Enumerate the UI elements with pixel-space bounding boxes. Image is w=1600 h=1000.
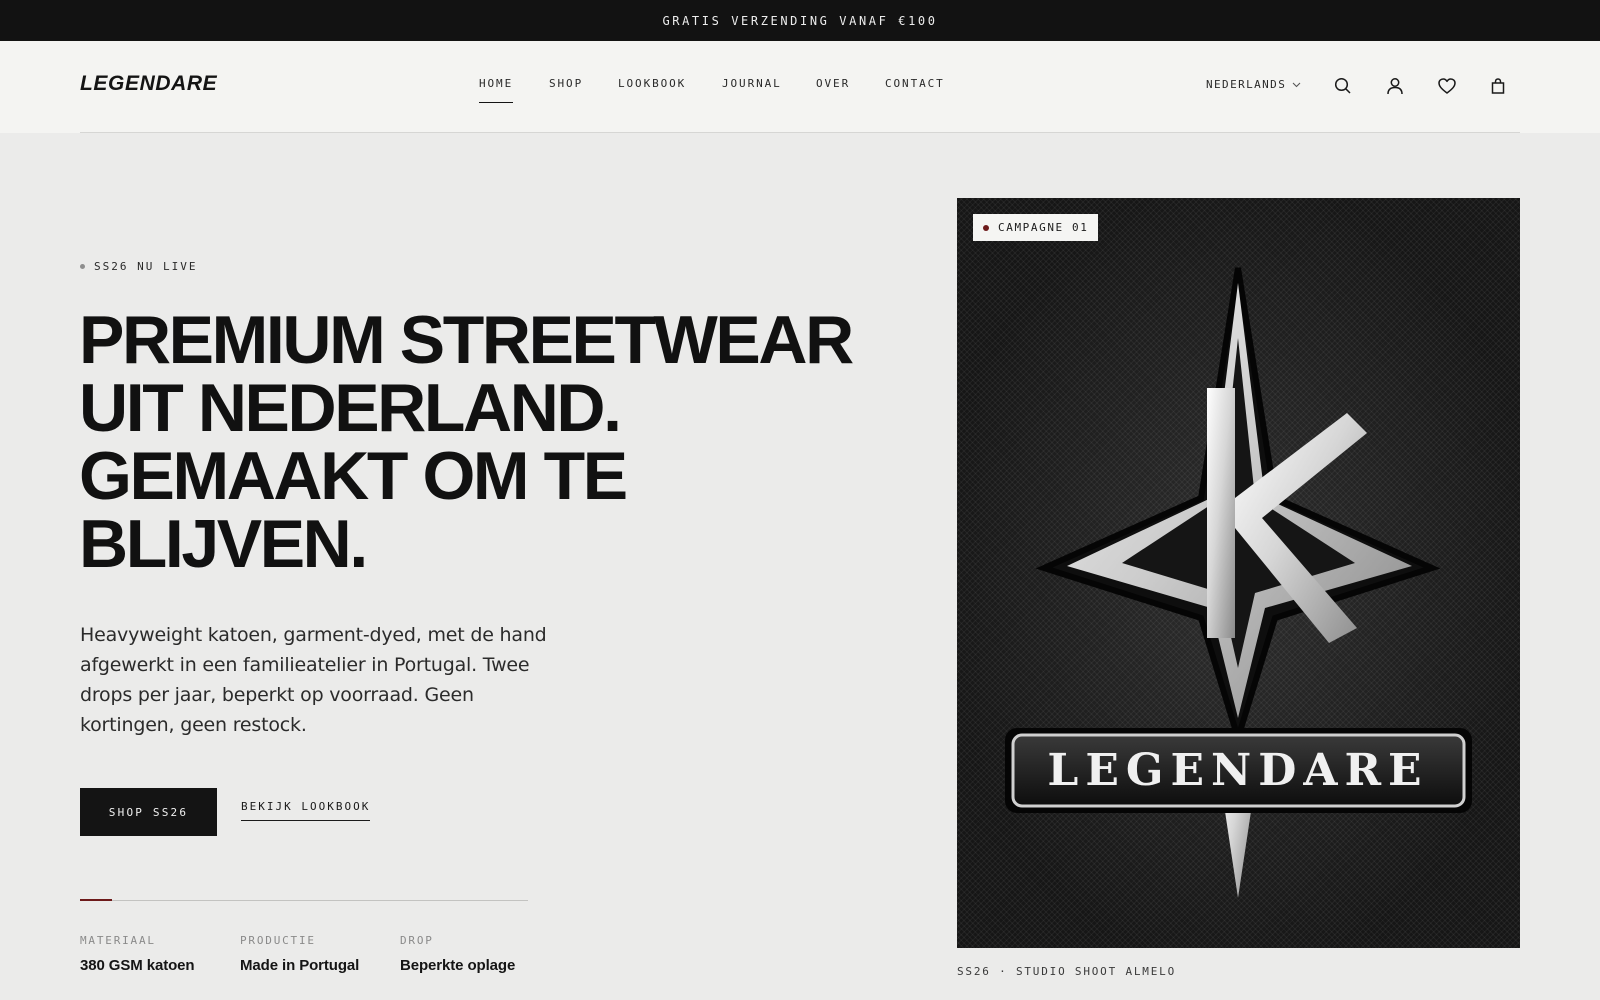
legendare-emblem-image: LEGENDARE <box>1005 267 1472 898</box>
announcement-text: GRATIS VERZENDING VANAF €100 <box>662 13 938 28</box>
stat-label: PRODUCTIE <box>240 934 316 947</box>
stats-divider <box>80 900 528 901</box>
brand-logo[interactable]: LEGENDARE <box>80 72 217 96</box>
nav-item-lookbook[interactable]: LOOKBOOK <box>618 77 686 90</box>
hero-headline: PREMIUM STREETWEAR UIT NEDERLAND. GEMAAK… <box>79 302 854 582</box>
account-icon[interactable] <box>1385 76 1405 96</box>
nav-item-contact[interactable]: CONTACT <box>885 77 945 90</box>
headline-line: PREMIUM STREETWEAR <box>79 302 854 378</box>
shop-ss26-button[interactable]: SHOP SS26 <box>80 788 217 836</box>
stat-value: 380 GSM katoen <box>80 957 195 974</box>
campaign-caption: SS26 · STUDIO SHOOT ALMELO <box>957 965 1176 978</box>
stats-divider-accent <box>80 899 112 901</box>
stat-drop: DROP Beperkte oplage <box>400 934 515 974</box>
image-logo-text: LEGENDARE <box>1047 745 1428 796</box>
chevron-down-icon <box>1292 82 1301 87</box>
stat-value: Made in Portugal <box>240 957 360 974</box>
stat-production: PRODUCTIE Made in Portugal <box>240 934 359 974</box>
nav-item-label: JOURNAL <box>722 77 782 90</box>
language-label: NEDERLANDS <box>1206 78 1287 91</box>
shopping-bag-icon[interactable] <box>1488 76 1508 96</box>
nav-item-shop[interactable]: SHOP <box>549 77 583 90</box>
headline-line: UIT NEDERLAND. <box>79 370 622 446</box>
wishlist-heart-icon[interactable] <box>1437 76 1457 96</box>
headline-line: GEMAAKT OM TE <box>79 438 628 514</box>
nav-item-journal[interactable]: JOURNAL <box>722 77 782 90</box>
live-indicator-dot <box>80 264 85 269</box>
stat-label: MATERIAAL <box>80 934 156 947</box>
header-divider <box>80 132 1520 133</box>
view-lookbook-link[interactable]: BEKIJK LOOKBOOK <box>241 800 371 821</box>
nav-item-over[interactable]: OVER <box>816 77 850 90</box>
language-selector[interactable]: NEDERLANDS <box>1206 78 1301 91</box>
stat-value: Beperkte oplage <box>400 957 516 974</box>
nav-item-home[interactable]: HOME <box>479 77 514 103</box>
campaign-badge-label: CAMPAGNE 01 <box>998 221 1089 234</box>
hero-eyebrow: SS26 NU LIVE <box>80 260 197 273</box>
campaign-badge: CAMPAGNE 01 <box>973 214 1099 241</box>
nav-item-label: LOOKBOOK <box>618 77 687 90</box>
nav-item-label: SHOP <box>549 77 584 90</box>
announcement-bar: GRATIS VERZENDING VANAF €100 <box>0 0 1600 41</box>
stat-material: MATERIAAL 380 GSM katoen <box>80 934 195 974</box>
headline-line: BLIJVEN. <box>79 506 368 582</box>
site-header <box>0 41 1600 133</box>
eyebrow-label: SS26 NU LIVE <box>94 260 198 273</box>
badge-dot <box>983 224 989 231</box>
nav-active-underline <box>479 102 514 103</box>
nav-item-label: CONTACT <box>885 77 945 90</box>
search-icon[interactable] <box>1333 76 1353 96</box>
campaign-image[interactable]: LEGENDARE CAMPAGNE 01 <box>957 198 1520 948</box>
nav-item-label: OVER <box>816 77 851 90</box>
nav-item-label: HOME <box>479 77 514 90</box>
stat-label: DROP <box>400 934 434 947</box>
hero-description: Heavyweight katoen, garment-dyed, met de… <box>80 624 547 736</box>
